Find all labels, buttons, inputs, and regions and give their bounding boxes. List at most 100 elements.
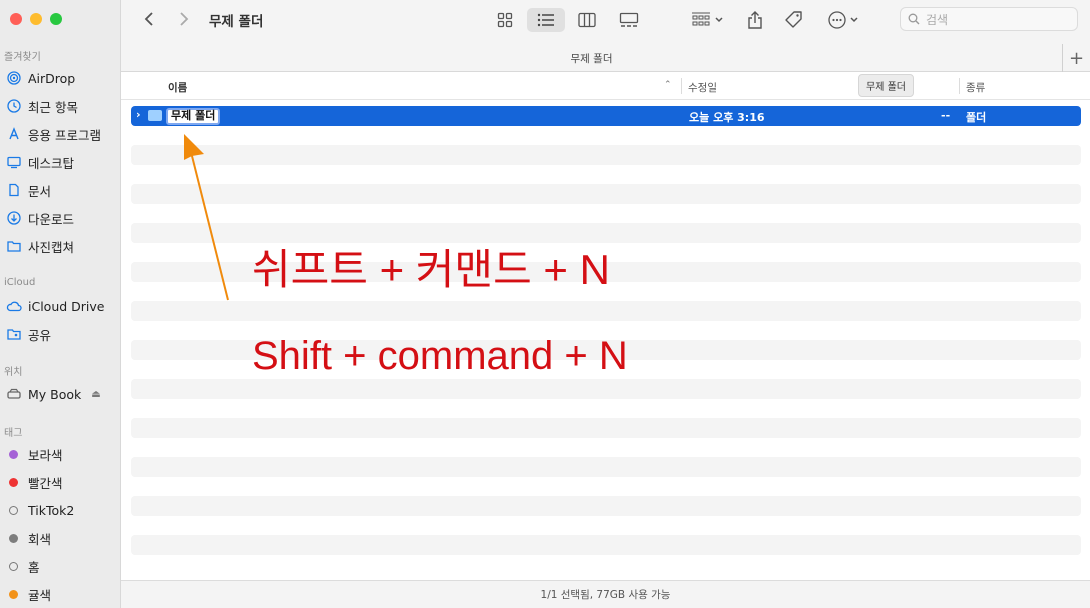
sidebar-item-label: My Book <box>28 386 82 402</box>
sidebar-item-label: 회색 <box>28 531 52 547</box>
minimize-window-button[interactable] <box>30 13 42 25</box>
sidebar-item-label: 귤색 <box>28 587 52 603</box>
zoom-window-button[interactable] <box>50 13 62 25</box>
sidebar-tag-red[interactable]: 빨간색 <box>6 471 116 493</box>
column-name[interactable]: 이름 <box>168 80 187 95</box>
column-header: 이름 ⌃ 수정일 무제 폴더 종류 <box>121 72 1090 100</box>
empty-row <box>131 457 1081 477</box>
sort-ascending-icon: ⌃ <box>664 80 672 90</box>
sidebar-item-label: iCloud Drive <box>28 298 105 314</box>
empty-row <box>131 418 1081 438</box>
column-divider[interactable] <box>681 78 682 94</box>
icloud-section-title: iCloud <box>4 277 36 288</box>
sidebar-tag-gray[interactable]: 회색 <box>6 527 116 549</box>
chevron-right-icon <box>180 12 189 26</box>
sidebar-item-label: 홈 <box>28 559 40 575</box>
list-view-button[interactable] <box>527 8 565 32</box>
sidebar-item-my-book[interactable]: My Book ⏏ <box>6 383 116 405</box>
tab-bar: 무제 폴더 + <box>121 40 1090 72</box>
column-divider[interactable] <box>959 78 960 94</box>
sidebar-item-label: 빨간색 <box>28 475 63 491</box>
close-window-button[interactable] <box>10 13 22 25</box>
group-by-button[interactable] <box>688 8 726 32</box>
sidebar-tag-tiktok2[interactable]: TikTok2 <box>6 499 116 521</box>
status-bar: 1/1 선택됨, 77GB 사용 가능 <box>121 580 1090 608</box>
empty-row <box>131 438 1081 458</box>
sidebar-item-label: TikTok2 <box>28 502 75 518</box>
empty-row <box>131 399 1081 419</box>
airdrop-icon <box>6 71 22 85</box>
chevron-down-icon <box>849 17 858 23</box>
empty-row <box>131 379 1081 399</box>
forward-button[interactable] <box>173 8 195 30</box>
chevron-left-icon <box>144 12 153 26</box>
file-kind: 폴더 <box>966 111 987 124</box>
tab-current-folder[interactable]: 무제 폴더 <box>121 51 1062 66</box>
action-button[interactable] <box>825 8 861 32</box>
red-tag-icon <box>9 477 18 487</box>
empty-row <box>131 184 1081 204</box>
annotation-arrow <box>184 134 229 301</box>
search-placeholder: 검색 <box>926 12 949 27</box>
empty-row <box>131 535 1081 555</box>
empty-row <box>131 145 1081 165</box>
share-button[interactable] <box>744 8 766 32</box>
gallery-icon <box>619 12 639 27</box>
sidebar-item-recents[interactable]: 최근 항목 <box>6 95 116 117</box>
empty-row <box>131 555 1081 575</box>
window-controls <box>10 13 62 25</box>
sidebar-item-desktop[interactable]: 데스크탑 <box>6 151 116 173</box>
search-icon <box>908 13 920 25</box>
sidebar-tag-purple[interactable]: 보라색 <box>6 443 116 465</box>
search-field[interactable]: 검색 <box>900 7 1078 31</box>
sidebar-item-airdrop[interactable]: AirDrop <box>6 67 116 89</box>
empty-row <box>131 204 1081 224</box>
sidebar-item-label: 응용 프로그램 <box>28 127 101 143</box>
file-date: 오늘 오후 3:16 <box>689 111 765 124</box>
empty-row <box>131 477 1081 497</box>
new-tab-button[interactable]: + <box>1062 44 1090 72</box>
empty-row <box>131 516 1081 536</box>
applications-icon <box>6 127 22 141</box>
tag-button[interactable] <box>782 8 806 32</box>
sidebar-item-label: 문서 <box>28 183 52 199</box>
column-view-button[interactable] <box>575 8 599 32</box>
locations-section-title: 위치 <box>4 367 23 378</box>
eject-icon[interactable]: ⏏ <box>91 389 100 400</box>
sidebar-item-icloud-drive[interactable]: iCloud Drive <box>6 295 116 317</box>
folder-icon <box>148 110 162 121</box>
tags-section-title: 태그 <box>4 428 23 439</box>
columns-icon <box>578 12 596 28</box>
sidebar-tag-orange[interactable]: 귤색 <box>6 583 116 605</box>
back-button[interactable] <box>138 8 160 30</box>
disclosure-chevron-icon[interactable]: › <box>136 108 141 121</box>
gallery-view-button[interactable] <box>617 8 641 32</box>
tag-icon <box>785 11 802 28</box>
tooltip: 무제 폴더 <box>858 74 914 97</box>
chevron-down-icon <box>714 17 723 23</box>
group-icon <box>691 12 710 26</box>
sidebar-item-shared[interactable]: 공유 <box>6 323 116 345</box>
sidebar-item-applications[interactable]: 응용 프로그램 <box>6 123 116 145</box>
sidebar-tag-home[interactable]: 홈 <box>6 555 116 577</box>
sidebar-item-label: 공유 <box>28 327 52 343</box>
purple-tag-icon <box>9 449 18 459</box>
sidebar-item-label: 보라색 <box>28 447 63 463</box>
sidebar-item-label: 다운로드 <box>28 211 75 227</box>
empty-row <box>131 301 1081 321</box>
column-date-modified[interactable]: 수정일 <box>688 80 717 95</box>
sidebar-item-photo-capture[interactable]: 사진캡쳐 <box>6 235 116 257</box>
more-icon <box>827 11 846 29</box>
sidebar-item-label: 최근 항목 <box>28 99 78 115</box>
sidebar-item-downloads[interactable]: 다운로드 <box>6 207 116 229</box>
sidebar: 즐겨찾기 AirDrop 최근 항목 응용 프로그램 데스크탑 문서 다운로드 <box>0 0 121 608</box>
file-row-selected[interactable]: › 무제 폴더 오늘 오후 3:16 -- 폴더 <box>131 106 1081 126</box>
sidebar-item-documents[interactable]: 문서 <box>6 179 116 201</box>
icon-view-button[interactable] <box>493 8 517 32</box>
drive-icon <box>6 387 22 401</box>
column-kind[interactable]: 종류 <box>966 80 985 95</box>
list-icon <box>537 13 554 27</box>
shared-folder-icon <box>6 327 22 341</box>
rename-field[interactable]: 무제 폴더 <box>166 108 221 125</box>
cloud-icon <box>6 299 22 313</box>
